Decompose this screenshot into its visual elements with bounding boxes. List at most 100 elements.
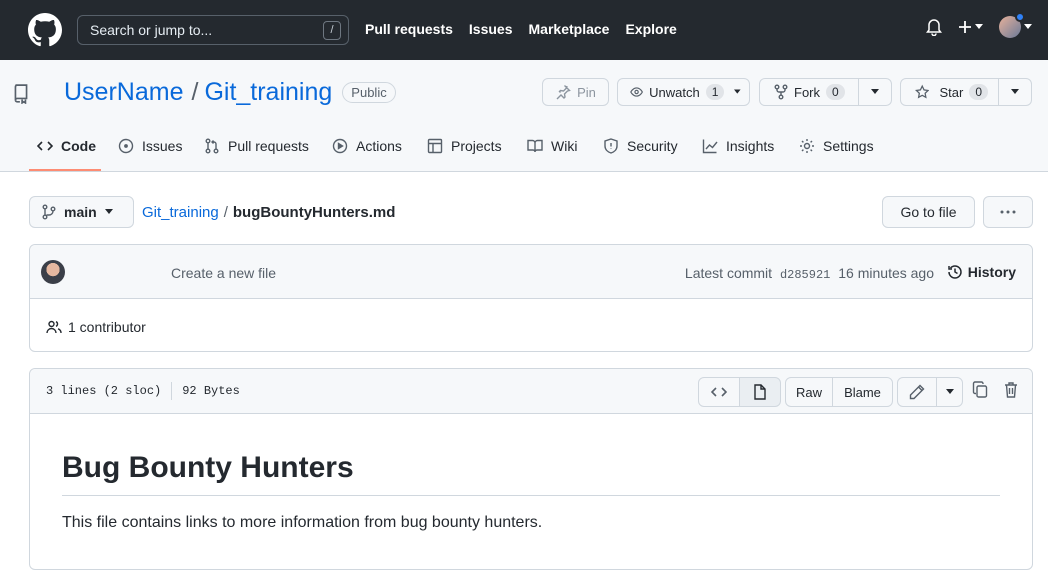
repo-header: UserName / Git_training Public Pin Unwat… xyxy=(0,60,1048,172)
breadcrumb-separator: / xyxy=(223,204,228,221)
nav-marketplace[interactable]: Marketplace xyxy=(529,21,610,37)
pin-label: Pin xyxy=(577,84,596,100)
pull-request-icon xyxy=(205,138,219,154)
commit-meta: Latest commit d285921 16 minutes ago xyxy=(685,265,934,282)
go-to-file-button[interactable]: Go to file xyxy=(882,196,975,228)
tab-label: Projects xyxy=(451,138,502,154)
unwatch-label: Unwatch xyxy=(649,84,700,100)
commit-time: 16 minutes ago xyxy=(838,265,934,281)
graph-icon xyxy=(702,139,718,154)
commit-header: Create a new file Latest commit d285921 … xyxy=(30,245,1032,299)
contributors-count: 1 contributor xyxy=(68,319,146,335)
people-icon xyxy=(46,320,62,334)
fork-button[interactable]: Fork 0 xyxy=(759,78,859,106)
copy-icon[interactable] xyxy=(972,381,988,399)
caret-down-icon xyxy=(871,89,879,94)
history-link[interactable]: History xyxy=(947,264,1016,280)
active-tab-indicator xyxy=(29,169,101,171)
pin-button[interactable]: Pin xyxy=(542,78,609,106)
search-placeholder: Search or jump to... xyxy=(90,22,213,38)
caret-down-icon xyxy=(1024,24,1032,29)
tab-insights[interactable]: Insights xyxy=(702,138,774,154)
tab-projects[interactable]: Projects xyxy=(427,138,502,154)
file-viewer: 3 lines (2 sloc) 92 Bytes Raw Blame Bug … xyxy=(29,368,1033,570)
issue-icon xyxy=(118,138,134,154)
code-icon xyxy=(37,141,53,151)
edit-dropdown-button[interactable] xyxy=(936,377,963,407)
readme-heading: Bug Bounty Hunters xyxy=(62,451,1000,496)
global-nav: Pull requests Issues Marketplace Explore xyxy=(365,21,677,37)
nav-explore[interactable]: Explore xyxy=(625,21,676,37)
pin-icon xyxy=(556,85,571,100)
tab-issues[interactable]: Issues xyxy=(118,138,182,154)
commit-sha[interactable]: d285921 xyxy=(780,268,830,282)
file-lines: 3 lines (2 sloc) xyxy=(46,384,162,398)
tab-label: Issues xyxy=(142,138,183,154)
tab-security[interactable]: Security xyxy=(603,138,678,154)
file-info: 3 lines (2 sloc) 92 Bytes xyxy=(46,382,240,400)
tab-code[interactable]: Code xyxy=(37,138,96,154)
tab-actions[interactable]: Actions xyxy=(332,138,402,154)
breadcrumb-repo-link[interactable]: Git_training xyxy=(142,204,219,221)
pencil-icon xyxy=(909,384,925,400)
edit-file-button[interactable] xyxy=(897,377,937,407)
repo-title-separator: / xyxy=(191,78,199,106)
repo-name-link[interactable]: Git_training xyxy=(204,78,332,107)
github-logo-icon[interactable] xyxy=(28,13,62,47)
branch-selector[interactable]: main xyxy=(29,196,134,228)
latest-commit-label: Latest commit xyxy=(684,265,773,281)
latest-commit-box: Create a new file Latest commit d285921 … xyxy=(29,244,1033,352)
search-shortcut-key: / xyxy=(323,21,341,40)
unwatch-button[interactable]: Unwatch 1 xyxy=(617,78,750,106)
notification-dot xyxy=(1015,12,1025,22)
file-size: 92 Bytes xyxy=(182,384,240,398)
tab-settings[interactable]: Settings xyxy=(799,138,874,154)
header-actions xyxy=(926,12,1032,38)
shield-icon xyxy=(604,138,618,154)
fork-dropdown-button[interactable] xyxy=(858,78,892,106)
commit-message[interactable]: Create a new file xyxy=(171,265,276,281)
history-label: History xyxy=(967,264,1016,280)
breadcrumb: Git_training / bugBountyHunters.md xyxy=(142,204,395,221)
gear-icon xyxy=(800,139,814,153)
tab-label: Pull requests xyxy=(228,138,309,154)
global-header: Search or jump to... / Pull requests Iss… xyxy=(0,0,1048,60)
bell-icon[interactable] xyxy=(926,18,942,36)
repo-owner-link[interactable]: UserName xyxy=(64,78,183,107)
contributors-link[interactable]: 1 contributor xyxy=(46,319,146,335)
star-dropdown-button[interactable] xyxy=(998,78,1032,106)
nav-pull-requests[interactable]: Pull requests xyxy=(365,21,453,37)
search-input[interactable]: Search or jump to... / xyxy=(77,15,349,45)
eye-icon xyxy=(630,87,643,97)
commit-author-avatar[interactable] xyxy=(41,260,65,284)
history-icon xyxy=(948,265,962,279)
user-menu-button[interactable] xyxy=(999,12,1032,38)
more-options-button[interactable] xyxy=(983,196,1033,228)
tab-label: Settings xyxy=(823,138,874,154)
raw-button[interactable]: Raw xyxy=(785,377,833,407)
tab-label: Wiki xyxy=(551,138,578,154)
star-label: Star xyxy=(939,84,964,100)
nav-issues[interactable]: Issues xyxy=(469,21,513,37)
tab-label: Security xyxy=(627,138,678,154)
tab-label: Code xyxy=(61,138,96,154)
caret-down-icon xyxy=(734,89,741,94)
tab-wiki[interactable]: Wiki xyxy=(527,138,577,154)
table-icon xyxy=(427,138,443,154)
star-icon xyxy=(915,84,930,99)
fork-icon xyxy=(774,84,788,100)
book-icon xyxy=(527,139,543,153)
star-button[interactable]: Star 0 xyxy=(900,78,999,106)
readme-paragraph: This file contains links to more informa… xyxy=(62,514,543,531)
branch-name: main xyxy=(64,204,97,220)
plus-icon xyxy=(959,21,971,33)
blame-button[interactable]: Blame xyxy=(832,377,893,407)
trash-icon[interactable] xyxy=(1004,381,1018,399)
display-source-button[interactable] xyxy=(698,377,740,407)
tab-label: Actions xyxy=(356,138,402,154)
display-rendered-button[interactable] xyxy=(739,377,781,407)
repo-title: UserName / Git_training Public xyxy=(64,78,396,107)
caret-down-icon xyxy=(975,24,983,29)
tab-pull-requests[interactable]: Pull requests xyxy=(204,138,309,154)
create-new-button[interactable] xyxy=(958,20,983,34)
